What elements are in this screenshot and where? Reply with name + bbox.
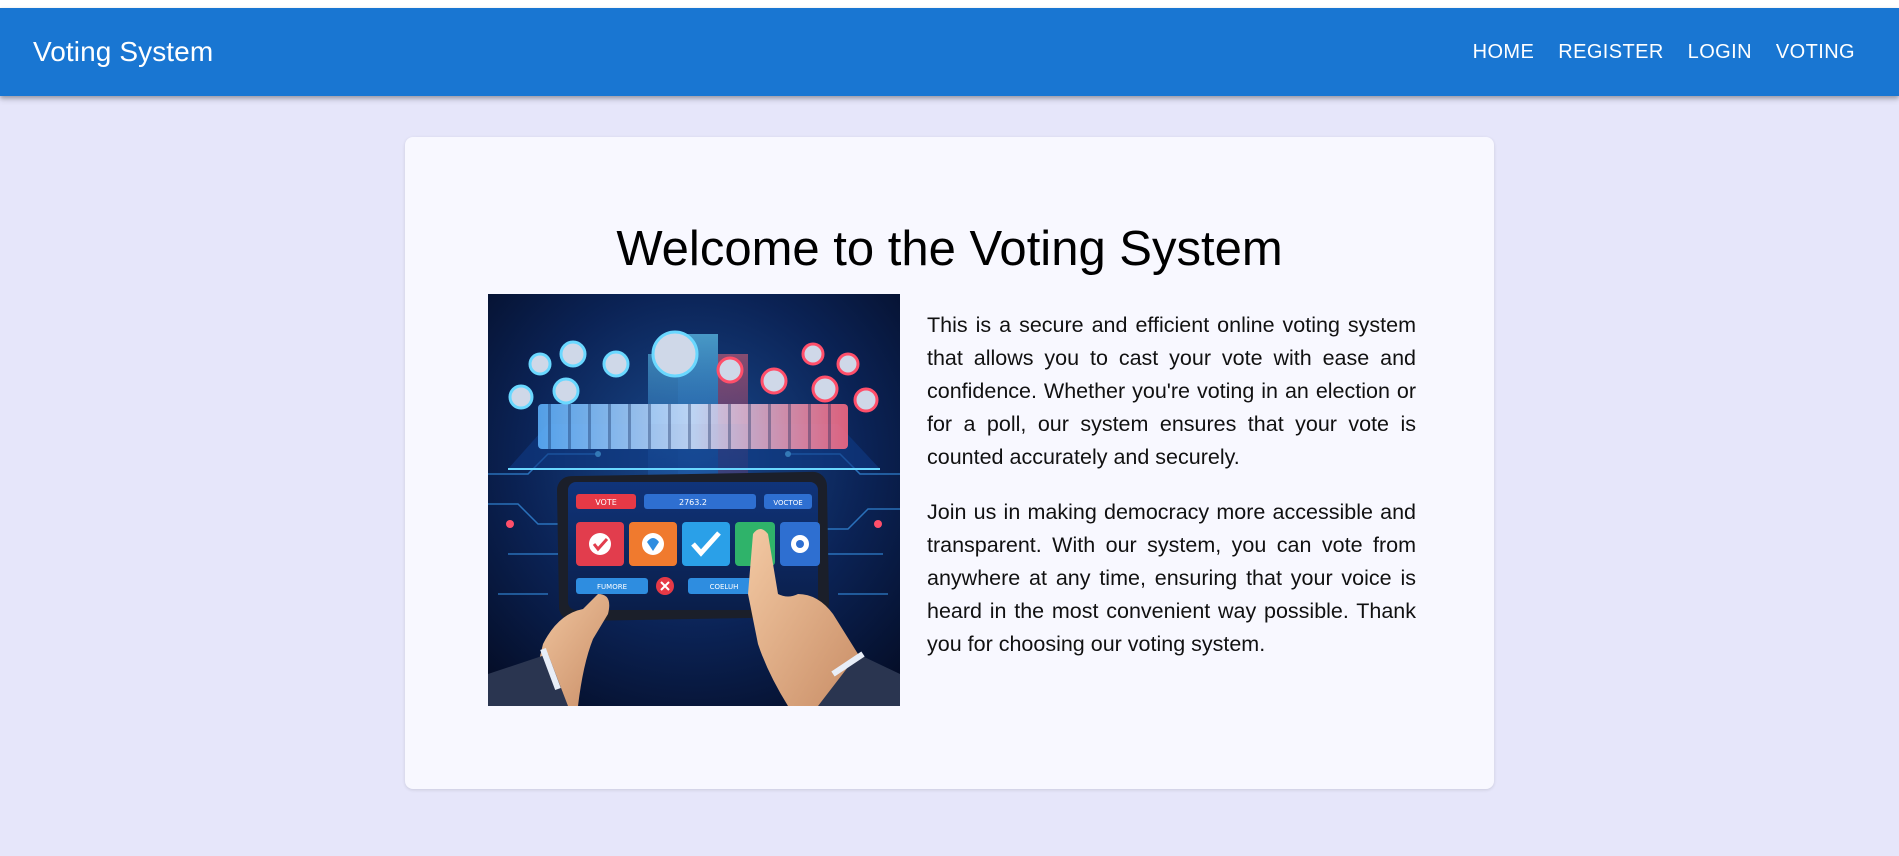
app-title[interactable]: Voting System [33, 36, 213, 68]
hero-vote-label: VOTE [595, 498, 617, 507]
window-top-strip [0, 0, 1899, 8]
hero-counter-label: 2763.2 [679, 498, 707, 507]
hero-voctoe-label: VOCTOE [773, 499, 802, 507]
app-bar: Voting System HOME REGISTER LOGIN VOTING [0, 8, 1899, 96]
hero-fumore-label: FUMORE [597, 583, 627, 591]
nav-voting-button[interactable]: VOTING [1764, 33, 1867, 72]
page-title: Welcome to the Voting System [616, 222, 1283, 276]
hero-coeluh-label: COELUH [710, 583, 739, 591]
intro-paragraph-1: This is a secure and efficient online vo… [927, 313, 1416, 469]
nav-menu: HOME REGISTER LOGIN VOTING [1461, 33, 1867, 72]
nav-home-button[interactable]: HOME [1461, 33, 1547, 72]
nav-register-button[interactable]: REGISTER [1546, 33, 1675, 72]
intro-text: This is a secure and efficient online vo… [927, 309, 1416, 683]
nav-login-button[interactable]: LOGIN [1676, 33, 1764, 72]
voting-hero-image: VOTE 2763.2 VOCTOE FUMORE COELUH [488, 294, 900, 706]
intro-paragraph-2: Join us in making democracy more accessi… [927, 500, 1416, 656]
welcome-card: Welcome to the Voting System VOTE 2763.2… [405, 137, 1494, 789]
